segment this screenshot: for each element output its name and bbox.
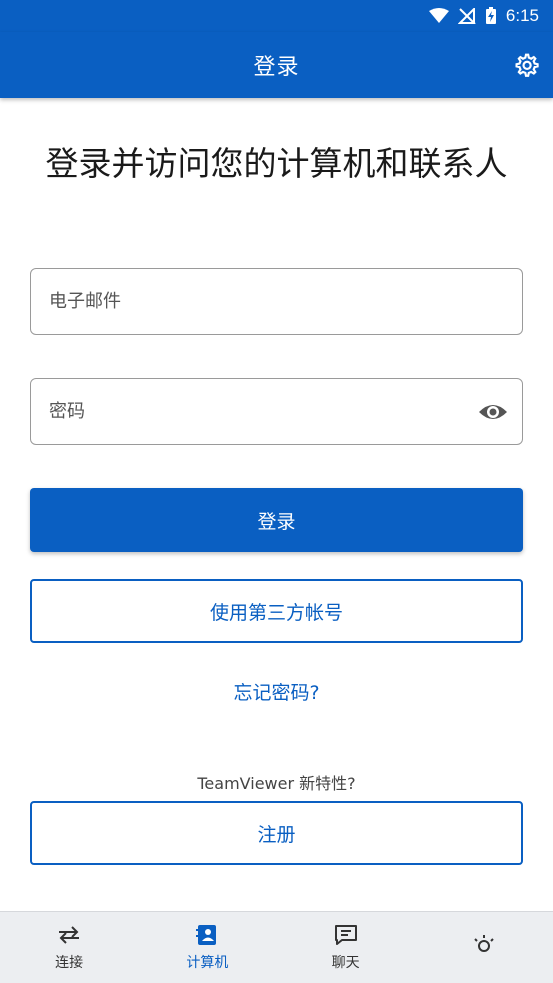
whats-new-text: TeamViewer 新特性? (197, 774, 356, 793)
eye-icon[interactable] (478, 400, 508, 424)
bottom-navigation: 连接 计算机 聊天 (0, 911, 553, 983)
battery-charging-icon (485, 7, 496, 24)
status-bar: 6:15 (0, 0, 553, 32)
no-signal-icon (457, 8, 476, 24)
nav-label-computers: 计算机 (186, 954, 229, 971)
status-time: 6:15 (505, 6, 539, 25)
page-title: 登录 (253, 55, 300, 80)
nav-item-connect[interactable]: 连接 (0, 912, 138, 983)
chat-icon (334, 924, 357, 945)
password-input[interactable] (49, 401, 449, 422)
nav-item-computers[interactable]: 计算机 (138, 912, 276, 983)
register-button[interactable]: 注册 (30, 801, 523, 865)
contacts-book-icon (196, 924, 217, 945)
app-bar: 登录 (0, 32, 553, 98)
password-field[interactable] (30, 378, 523, 445)
wifi-icon (428, 8, 449, 23)
solution-icon (474, 934, 494, 952)
headline: 登录并访问您的计算机和联系人 (45, 144, 508, 183)
email-field[interactable] (30, 268, 523, 335)
nav-item-chat[interactable]: 聊天 (277, 912, 415, 983)
connect-arrows-icon (59, 925, 80, 944)
nav-label-connect: 连接 (55, 954, 84, 971)
nav-label-chat: 聊天 (331, 954, 360, 971)
nav-item-solution[interactable] (415, 912, 553, 983)
gear-icon[interactable] (513, 52, 539, 78)
forgot-password-link[interactable]: 忘记密码? (0, 678, 553, 705)
login-button[interactable]: 登录 (30, 488, 523, 552)
third-party-account-button[interactable]: 使用第三方帐号 (30, 579, 523, 643)
email-input[interactable] (49, 291, 449, 312)
